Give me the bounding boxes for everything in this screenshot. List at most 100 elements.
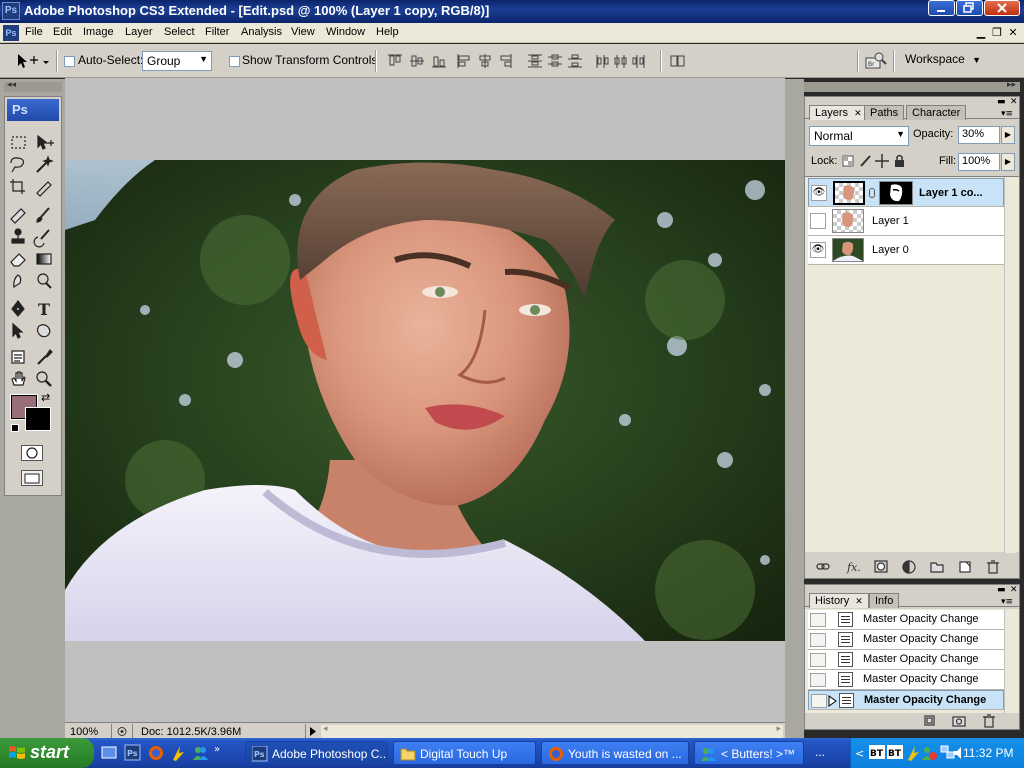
default-colors-icon[interactable] (11, 424, 19, 432)
layer-name[interactable]: Layer 1 (872, 215, 909, 227)
version-cue-button[interactable] (111, 724, 133, 739)
panel-menu-icon[interactable]: ▾≡ (1001, 597, 1013, 607)
fill-input[interactable]: 100% (958, 153, 1000, 171)
visibility-eye-icon[interactable]: 👁 (810, 213, 826, 229)
taskbar-button-photoshop[interactable]: Ps Adobe Photoshop C... (245, 741, 388, 765)
history-state[interactable]: Master Opacity Change (808, 650, 1004, 670)
svg-text:BT: BT (888, 749, 902, 759)
document-image[interactable] (65, 160, 785, 641)
layer-thumbnail[interactable] (832, 209, 864, 233)
menu-layer[interactable]: Layer (125, 26, 153, 38)
start-button[interactable]: start (0, 738, 94, 768)
tab-info[interactable]: Info (869, 593, 900, 608)
panel-dock-grip[interactable]: ▸▸ (804, 80, 1020, 92)
file-browser-icon[interactable]: Br (864, 50, 888, 72)
menu-edit[interactable]: Edit (53, 26, 72, 38)
menu-select[interactable]: Select (164, 26, 195, 38)
layer-thumbnail[interactable] (832, 238, 864, 262)
layer-mask-thumbnail[interactable] (879, 181, 913, 205)
tab-character[interactable]: Character (906, 105, 967, 120)
panel-close-icon[interactable]: ✕ (1010, 585, 1018, 595)
clock[interactable]: 11:32 PM (963, 746, 1013, 760)
collapse-arrows-icon[interactable]: ◂◂ (7, 80, 16, 90)
auto-select-dropdown[interactable]: Group ▼ (142, 51, 212, 71)
doc-minimize-icon[interactable]: ▁ (974, 26, 988, 39)
portrait-photo (65, 160, 785, 641)
tab-layers[interactable]: Layers ✕ (809, 105, 868, 120)
lock-position-icon (875, 154, 889, 168)
quick-mask-icon (26, 447, 38, 459)
history-state[interactable]: Master Opacity Change (808, 610, 1004, 630)
history-snapshot-source[interactable] (810, 653, 826, 667)
show-transform-checkbox[interactable] (229, 56, 240, 67)
layer-thumbnail[interactable] (833, 181, 865, 205)
horizontal-scrollbar[interactable]: ◂ ▸ (321, 724, 783, 738)
history-state[interactable]: Master Opacity Change (808, 630, 1004, 650)
taskbar-button-messenger[interactable]: < Butters! >™ (694, 741, 804, 765)
layer-row[interactable]: 👁 Layer 1 co... (808, 178, 1004, 207)
close-button[interactable] (984, 0, 1020, 16)
menu-view[interactable]: View (291, 26, 315, 38)
menu-image[interactable]: Image (83, 26, 114, 38)
history-snapshot-source[interactable] (810, 673, 826, 687)
lock-transparent-icon (842, 155, 854, 167)
photoshop-app-icon[interactable]: Ps (2, 2, 20, 20)
background-color-swatch[interactable] (25, 407, 51, 431)
menu-file[interactable]: File (25, 26, 43, 38)
tool-preset-picker[interactable] (14, 52, 50, 72)
screen-mode-button[interactable] (21, 470, 43, 486)
opacity-input[interactable]: 30% (958, 126, 1000, 144)
panel-menu-icon[interactable]: ▾≡ (1001, 109, 1013, 119)
status-menu-button[interactable] (305, 724, 319, 739)
minimize-button[interactable] (928, 0, 955, 16)
layers-scrollbar[interactable] (1004, 177, 1016, 553)
maximize-button[interactable] (956, 0, 983, 16)
menu-analysis[interactable]: Analysis (241, 26, 282, 38)
blend-mode-dropdown[interactable]: Normal ▼ (809, 126, 909, 146)
visibility-eye-icon[interactable]: 👁 (811, 185, 827, 201)
close-icon[interactable]: ✕ (855, 596, 863, 606)
crop-icon (10, 179, 25, 194)
taskbar-button-firefox[interactable]: Youth is wasted on ... (541, 741, 689, 765)
panel-minimize-icon[interactable]: ▬ (997, 585, 1006, 595)
history-snapshot-source[interactable] (810, 613, 826, 627)
history-scrollbar[interactable] (1004, 609, 1016, 713)
doc-restore-icon[interactable]: ❐ (990, 26, 1004, 39)
auto-select-checkbox[interactable] (64, 56, 75, 67)
taskbar-overflow[interactable]: ... (815, 745, 825, 759)
history-state[interactable]: Master Opacity Change (808, 670, 1004, 690)
panel-minimize-icon[interactable]: ▬ (997, 97, 1006, 107)
menu-window[interactable]: Window (326, 26, 365, 38)
layer-name[interactable]: Layer 1 co... (919, 187, 983, 199)
layer-row[interactable]: 👁 Layer 1 (808, 207, 1004, 236)
opacity-slider-button[interactable]: ▶ (1001, 126, 1015, 144)
toolbox-grip[interactable]: ◂◂ (4, 80, 62, 92)
swap-colors-icon[interactable]: ⇄ (41, 391, 50, 404)
layer-row[interactable]: 👁 Layer 0 (808, 236, 1004, 265)
workspace-menu-button[interactable]: Workspace ▼ (905, 52, 981, 66)
scroll-right-icon[interactable]: ▸ (776, 724, 781, 734)
history-snapshot-source[interactable] (810, 633, 826, 647)
menu-filter[interactable]: Filter (205, 26, 229, 38)
history-snapshot-source[interactable] (811, 694, 827, 708)
menu-help[interactable]: Help (376, 26, 399, 38)
scroll-left-icon[interactable]: ◂ (323, 724, 328, 734)
expand-arrows-icon[interactable]: ▸▸ (1007, 80, 1016, 90)
tab-history[interactable]: History ✕ (809, 593, 869, 608)
panel-close-icon[interactable]: ✕ (1010, 97, 1018, 107)
workspace-label: Workspace (905, 52, 965, 66)
tab-paths[interactable]: Paths (864, 105, 905, 120)
visibility-eye-icon[interactable]: 👁 (810, 242, 826, 258)
fill-slider-button[interactable]: ▶ (1001, 153, 1015, 171)
close-icon[interactable]: ✕ (854, 108, 862, 118)
quick-mask-button[interactable] (21, 445, 43, 461)
zoom-level[interactable]: 100% (70, 726, 98, 738)
mask-link-icon[interactable] (869, 188, 875, 198)
taskbar-button-folder[interactable]: Digital Touch Up (393, 741, 536, 765)
history-state[interactable]: Master Opacity Change (808, 690, 1004, 710)
history-state-slider-icon[interactable] (828, 695, 838, 707)
layer-name[interactable]: Layer 0 (872, 244, 909, 256)
auto-align-layers-icon[interactable] (668, 52, 688, 72)
doc-close-icon[interactable]: ✕ (1006, 26, 1020, 39)
document-icon[interactable]: Ps (3, 25, 19, 41)
